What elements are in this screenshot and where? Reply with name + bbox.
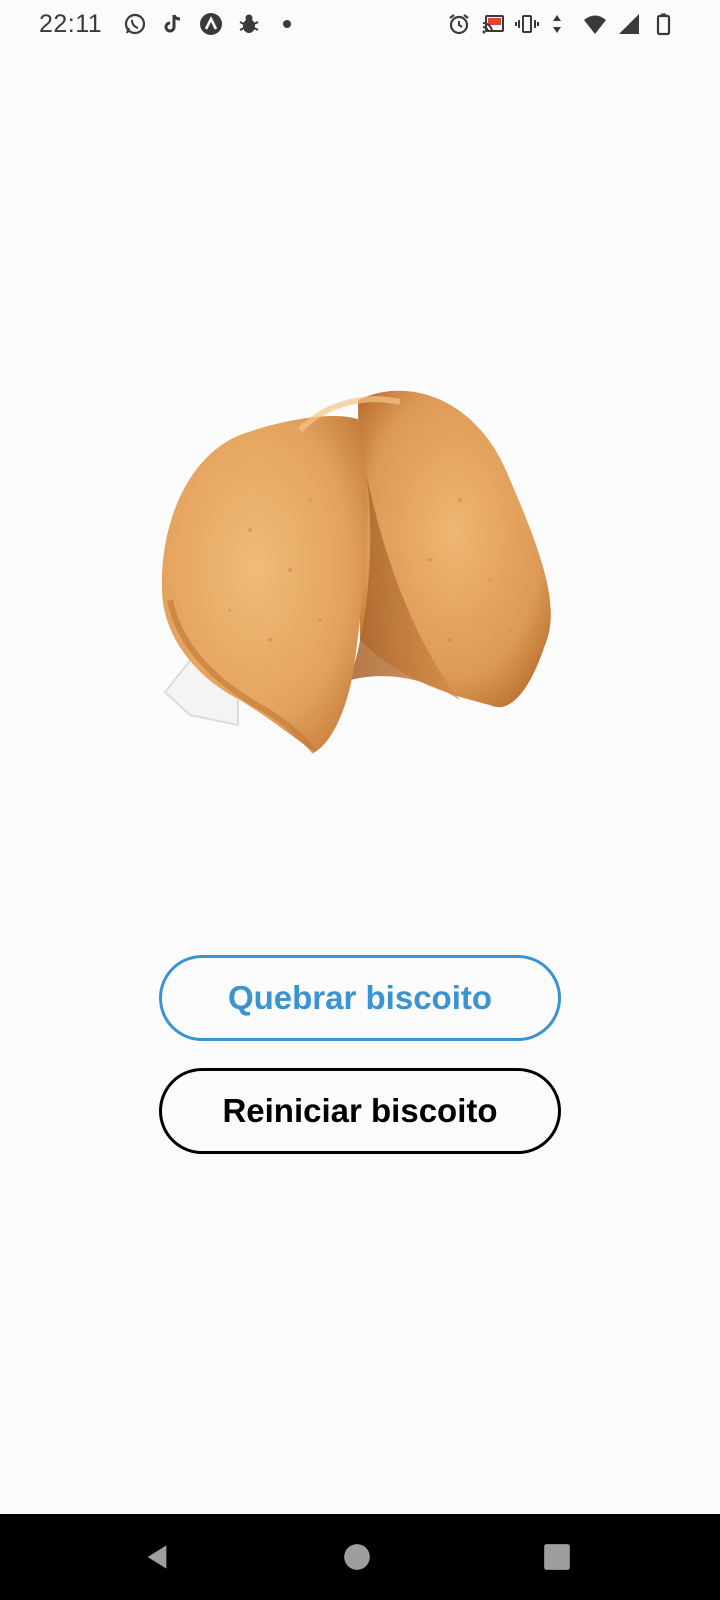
status-time: 22:11 (39, 9, 103, 38)
status-right (442, 11, 680, 37)
home-icon[interactable] (340, 1540, 374, 1574)
signal-icon (616, 11, 642, 37)
wifi-icon (582, 11, 608, 37)
status-left: 22:11 (39, 10, 312, 39)
whatsapp-icon (122, 11, 148, 37)
dot-icon (274, 11, 300, 37)
cast-icon (480, 11, 506, 37)
app-screen: 22:11 Quebrar biscoito Reiniciar biscoit… (0, 0, 720, 1600)
tiktok-icon (160, 11, 186, 37)
reset-cookie-button[interactable]: Reiniciar biscoito (159, 1068, 561, 1154)
navigation-bar (0, 1514, 720, 1600)
fortune-cookie-image[interactable] (160, 380, 560, 770)
alarm-icon (446, 11, 472, 37)
status-bar: 22:11 (0, 0, 720, 48)
back-icon[interactable] (140, 1540, 174, 1574)
data-arrows-icon (548, 11, 574, 37)
vibrate-icon (514, 11, 540, 37)
battery-icon (650, 11, 676, 37)
break-cookie-button[interactable]: Quebrar biscoito (159, 955, 561, 1041)
recents-icon[interactable] (540, 1540, 574, 1574)
app-a-icon (198, 11, 224, 37)
bug-icon (236, 11, 262, 37)
